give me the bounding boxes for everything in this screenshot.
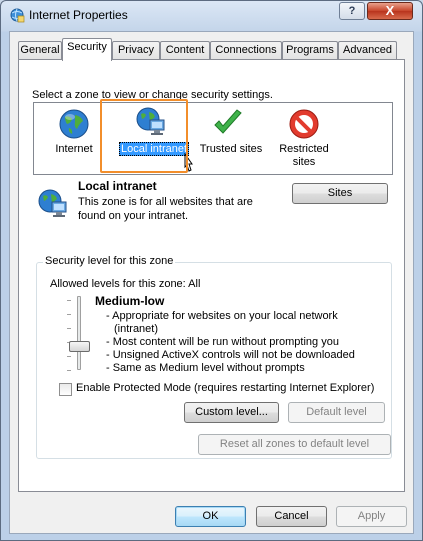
level-bullet: - Most content will be run without promp… (106, 336, 339, 348)
tab-security[interactable]: Security (62, 38, 112, 61)
close-button[interactable]: X (367, 2, 413, 20)
restricted-label-line2: sites (292, 156, 316, 168)
globe-icon[interactable] (57, 107, 91, 141)
zone-info-title: Local intranet (78, 179, 157, 193)
slider-tick (67, 300, 71, 301)
zone-info-description-line2: found on your intranet. (78, 210, 189, 222)
level-bullet: - Appropriate for websites on your local… (106, 310, 338, 322)
internet-properties-window: Internet Properties ? X General Security… (0, 0, 423, 541)
cancel-button[interactable]: Cancel (256, 506, 327, 527)
zone-internet-label[interactable]: Internet (49, 143, 99, 156)
level-bullet: - Same as Medium level without prompts (106, 362, 305, 374)
zone-list: Internet Local intranet Trusted sites Re… (33, 102, 393, 175)
slider-tick (67, 328, 71, 329)
tab-advanced[interactable]: Advanced (338, 41, 397, 59)
level-bullet: (intranet) (114, 323, 159, 335)
tab-programs[interactable]: Programs (282, 41, 338, 59)
slider-tick (67, 314, 71, 315)
internet-options-icon (10, 8, 25, 23)
tab-connections[interactable]: Connections (210, 41, 282, 59)
tab-general[interactable]: General (18, 41, 62, 59)
security-level-name: Medium-low (95, 294, 165, 308)
security-level-group-title: Security level for this zone (43, 255, 176, 267)
sites-button[interactable]: Sites (292, 183, 388, 204)
checkmark-icon[interactable] (211, 107, 245, 141)
slider-tick (67, 370, 71, 371)
protected-mode-label[interactable]: Enable Protected Mode (requires restarti… (76, 382, 374, 394)
intranet-info-icon (38, 189, 67, 217)
help-button[interactable]: ? (339, 2, 365, 20)
level-bullet: - Unsigned ActiveX controls will not be … (106, 349, 355, 361)
security-level-slider-track[interactable] (77, 296, 81, 370)
tab-content[interactable]: Content (160, 41, 210, 59)
selection-highlight-box (100, 99, 188, 173)
restricted-label-line1: Restricted (279, 143, 329, 155)
title-bar[interactable]: Internet Properties ? X (1, 1, 422, 31)
security-tab-panel: Select a zone to view or change security… (18, 59, 405, 492)
zone-trusted-sites-label[interactable]: Trusted sites (198, 143, 264, 156)
apply-button[interactable]: Apply (336, 506, 407, 527)
default-level-button[interactable]: Default level (288, 402, 385, 423)
tab-privacy[interactable]: Privacy (112, 41, 160, 59)
zone-info-description-line1: This zone is for all websites that are (78, 196, 253, 208)
ok-button[interactable]: OK (175, 506, 246, 527)
restricted-icon[interactable] (287, 107, 321, 141)
slider-tick (67, 356, 71, 357)
protected-mode-checkbox[interactable] (59, 383, 72, 396)
zone-restricted-sites-label[interactable]: Restricted sites (274, 143, 334, 169)
security-level-slider-thumb[interactable] (69, 341, 90, 352)
custom-level-button[interactable]: Custom level... (184, 402, 279, 423)
allowed-levels-label: Allowed levels for this zone: All (50, 278, 201, 290)
dialog-client-area: General Security Privacy Content Connect… (9, 31, 414, 534)
reset-all-zones-button[interactable]: Reset all zones to default level (198, 434, 391, 455)
window-title: Internet Properties (29, 8, 128, 22)
